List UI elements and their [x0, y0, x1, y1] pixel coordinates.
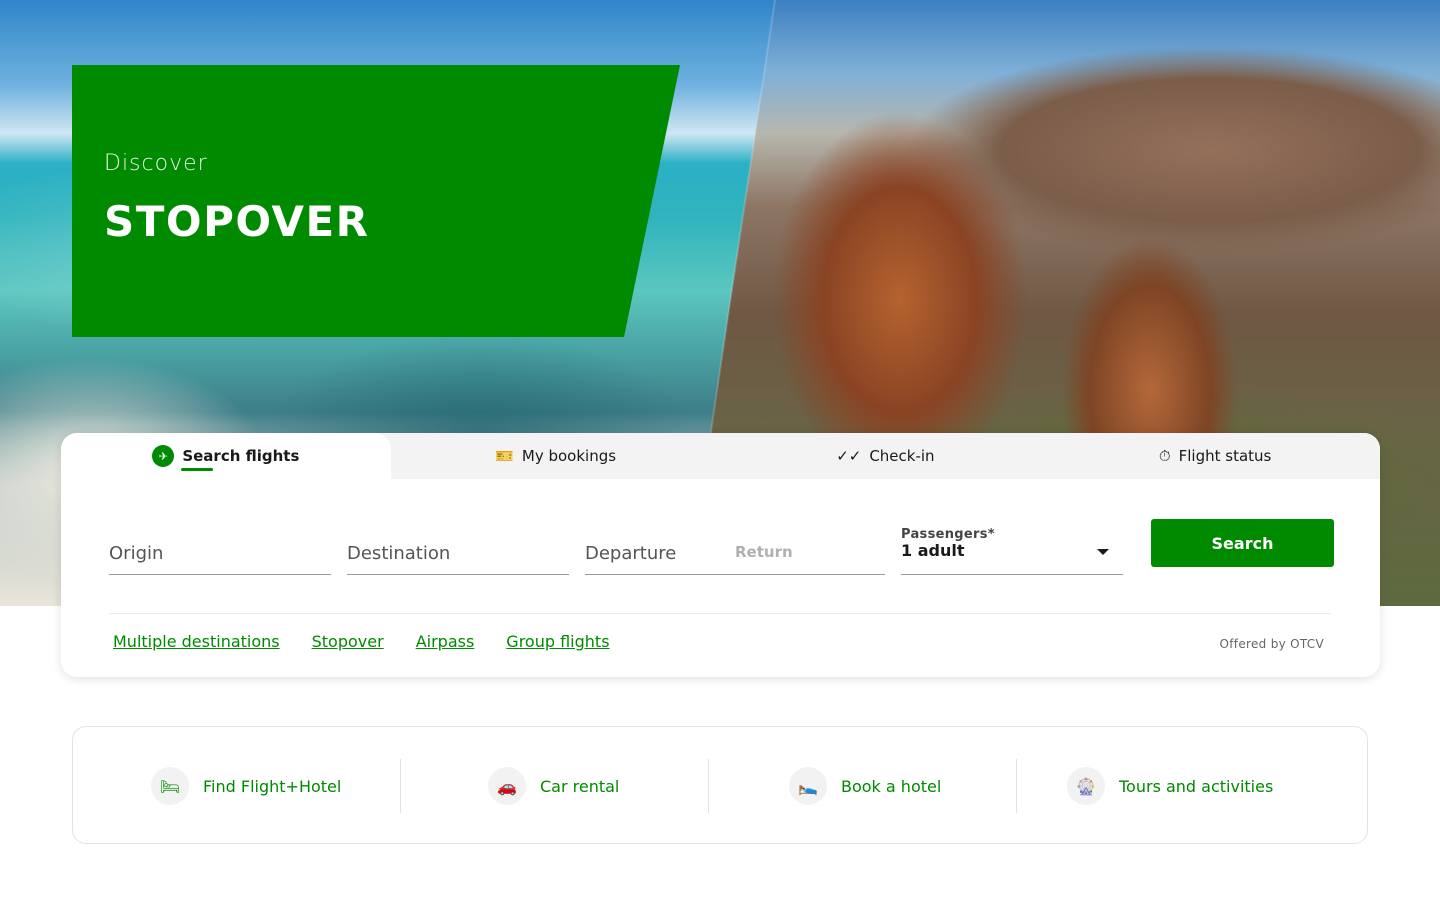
hotel-icon: 🛏: [151, 767, 189, 805]
extra-search-links: Multiple destinations Stopover Airpass G…: [113, 632, 610, 651]
return-date-field[interactable]: Return: [735, 519, 885, 575]
quick-link-flight-hotel[interactable]: 🛏 Find Flight+Hotel: [151, 757, 341, 815]
origin-field[interactable]: Origin: [109, 519, 331, 575]
destination-placeholder: Destination: [347, 543, 451, 564]
quick-link-label: Book a hotel: [841, 776, 942, 796]
link-airpass[interactable]: Airpass: [416, 632, 475, 651]
departure-placeholder: Departure: [585, 543, 677, 564]
link-group-flights[interactable]: Group flights: [506, 632, 609, 651]
offered-by-note: Offered by OTCV: [1219, 637, 1324, 651]
departure-date-field[interactable]: Departure: [585, 519, 735, 575]
tab-flight-status[interactable]: ⏱ Flight status: [1050, 433, 1380, 479]
done-all-icon: ✓✓: [836, 447, 862, 465]
passengers-select[interactable]: Passengers* 1 adult: [901, 519, 1123, 575]
return-placeholder: Return: [735, 543, 793, 561]
quick-link-separator: [400, 759, 401, 813]
airplane-ticket-icon: 🎫: [495, 447, 514, 465]
attractions-icon: 🎡: [1067, 767, 1105, 805]
directions-car-icon: 🚗: [488, 767, 526, 805]
active-tab-indicator: [181, 468, 213, 471]
tab-search-flights[interactable]: ✈ Search flights: [61, 433, 391, 479]
arrow-drop-down-icon: [1097, 549, 1109, 555]
quick-link-separator: [708, 759, 709, 813]
search-button[interactable]: Search: [1151, 519, 1334, 567]
tab-label: Check-in: [869, 447, 935, 465]
quick-link-tours[interactable]: 🎡 Tours and activities: [1067, 757, 1273, 815]
tab-my-bookings[interactable]: 🎫 My bookings: [391, 433, 721, 479]
king-bed-icon: 🛌: [789, 767, 827, 805]
tab-label: Search flights: [182, 447, 300, 465]
quick-link-hotel[interactable]: 🛌 Book a hotel: [789, 757, 941, 815]
promo-title: STOPOVER: [104, 197, 370, 246]
flight-search-card: ✈ Search flights 🎫 My bookings ✓✓ Check-…: [61, 433, 1380, 677]
tab-label: My bookings: [521, 447, 617, 465]
passengers-label: Passengers*: [901, 527, 995, 542]
origin-placeholder: Origin: [109, 543, 164, 564]
av-timer-icon: ⏱: [1158, 447, 1171, 465]
promo-kicker: Discover: [104, 151, 208, 176]
divider: [109, 613, 1331, 614]
quick-link-label: Find Flight+Hotel: [203, 776, 342, 796]
promo-panel[interactable]: Discover STOPOVER: [72, 65, 680, 337]
tab-label: Flight status: [1178, 447, 1272, 465]
link-multiple-destinations[interactable]: Multiple destinations: [113, 632, 280, 651]
flight-icon: ✈: [152, 445, 175, 467]
quick-link-label: Tours and activities: [1119, 776, 1274, 796]
search-tabs: ✈ Search flights 🎫 My bookings ✓✓ Check-…: [61, 433, 1380, 479]
quick-link-separator: [1016, 759, 1017, 813]
destination-field[interactable]: Destination: [347, 519, 569, 575]
link-stopover[interactable]: Stopover: [312, 632, 384, 651]
passengers-value: 1 adult: [901, 541, 965, 560]
quick-link-label: Car rental: [540, 776, 620, 796]
quick-links-bar: 🛏 Find Flight+Hotel 🚗 Car rental 🛌 Book …: [72, 726, 1368, 844]
tab-check-in[interactable]: ✓✓ Check-in: [721, 433, 1051, 479]
quick-link-car-rental[interactable]: 🚗 Car rental: [488, 757, 619, 815]
